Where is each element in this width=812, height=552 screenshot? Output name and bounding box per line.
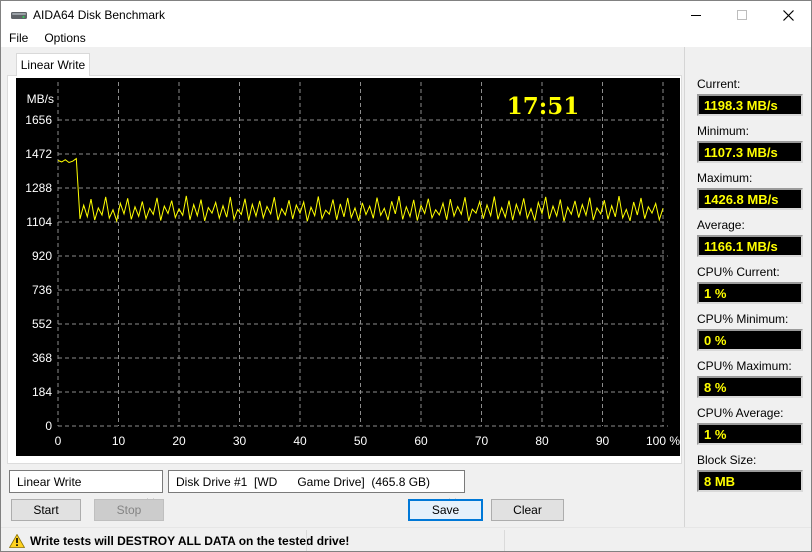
y-tick-label: 0 — [45, 419, 52, 433]
tab-page: 0 184 368 552 736 920 1104 1288 1472 1656 0 10 20 30 4… — [7, 75, 682, 464]
test-type-select[interactable]: Linear Write — [9, 470, 163, 504]
x-tick-label: 90 — [596, 434, 610, 448]
stat-cpu-minimum-label: CPU% Minimum: — [697, 312, 789, 326]
close-button[interactable] — [765, 1, 811, 29]
app-window: AIDA64 Disk Benchmark File Options Linea… — [0, 0, 812, 552]
title-bar: AIDA64 Disk Benchmark — [1, 1, 811, 29]
menu-file[interactable]: File — [1, 29, 36, 47]
clear-button[interactable]: Clear — [491, 499, 564, 521]
x-tick-label: 80 — [535, 434, 549, 448]
tab-linear-write[interactable]: Linear Write — [16, 53, 90, 76]
x-tick-label: 50 — [354, 434, 368, 448]
stat-minimum: Minimum: 1107.3 MB/s — [697, 124, 803, 163]
stat-average-value: 1166.1 MB/s — [697, 235, 803, 257]
stat-current-value: 1198.3 MB/s — [697, 94, 803, 116]
status-bar: Write tests will DESTROY ALL DATA on the… — [1, 527, 811, 551]
test-type-value: Linear Write — [17, 474, 82, 489]
y-tick-label: 368 — [32, 351, 52, 365]
stat-average-label: Average: — [697, 218, 745, 232]
stat-cpu-current-value: 1 % — [697, 282, 803, 304]
y-tick-label: 920 — [32, 249, 52, 263]
window-title: AIDA64 Disk Benchmark — [33, 8, 166, 22]
elapsed-time: 17:51 — [507, 93, 580, 120]
minimize-button[interactable] — [673, 1, 719, 29]
stat-cpu-average: CPU% Average: 1 % — [697, 406, 803, 445]
statusbar-divider — [306, 530, 307, 551]
y-axis-unit-label: MB/s — [27, 92, 54, 106]
stat-minimum-value: 1107.3 MB/s — [697, 141, 803, 163]
statusbar-divider — [504, 530, 505, 551]
stat-cpu-minimum-value: 0 % — [697, 329, 803, 351]
stat-block-size-label: Block Size: — [697, 453, 757, 467]
status-warning-text: Write tests will DESTROY ALL DATA on the… — [30, 534, 350, 548]
x-tick-label: 0 — [55, 434, 62, 448]
stat-cpu-maximum: CPU% Maximum: 8 % — [697, 359, 803, 398]
y-tick-label: 1656 — [25, 113, 52, 127]
maximize-button[interactable] — [719, 1, 765, 29]
x-tick-label: 30 — [233, 434, 247, 448]
stat-block-size: Block Size: 8 MB — [697, 453, 803, 492]
stat-minimum-label: Minimum: — [697, 124, 750, 138]
y-tick-label: 736 — [32, 283, 52, 297]
stat-current-label: Current: — [697, 77, 741, 91]
y-tick-label: 184 — [32, 385, 52, 399]
x-tick-label: 40 — [293, 434, 307, 448]
stats-panel: Current: 1198.3 MB/s Minimum: 1107.3 MB/s Ma… — [685, 47, 811, 527]
stat-cpu-maximum-label: CPU% Maximum: — [697, 359, 792, 373]
x-tick-label: 100 % — [646, 434, 680, 448]
x-tick-label: 60 — [414, 434, 428, 448]
stop-button[interactable]: Stop — [94, 499, 164, 521]
y-tick-label: 1104 — [26, 215, 52, 229]
menu-bar: File Options — [1, 29, 811, 47]
stat-cpu-average-value: 1 % — [697, 423, 803, 445]
disk-drive-icon — [11, 10, 27, 24]
x-tick-label: 10 — [112, 434, 126, 448]
benchmark-chart: 0 184 368 552 736 920 1104 1288 1472 1656 0 10 20 30 4… — [25, 82, 680, 448]
stat-cpu-minimum: CPU% Minimum: 0 % — [697, 312, 803, 351]
stat-maximum-label: Maximum: — [697, 171, 753, 185]
y-tick-label: 1288 — [25, 181, 52, 195]
y-tick-label: 552 — [32, 317, 52, 331]
stat-cpu-current: CPU% Current: 1 % — [697, 265, 803, 304]
x-tick-label: 70 — [475, 434, 489, 448]
stat-maximum: Maximum: 1426.8 MB/s — [697, 171, 803, 210]
menu-options[interactable]: Options — [36, 29, 93, 47]
save-button[interactable]: Save — [408, 499, 483, 521]
drive-select[interactable]: Disk Drive #1 [WD Game Drive] (465.8 GB) — [168, 470, 465, 504]
stat-maximum-value: 1426.8 MB/s — [697, 188, 803, 210]
tab-label: Linear Write — [20, 58, 86, 72]
start-button[interactable]: Start — [11, 499, 81, 521]
stat-cpu-maximum-value: 8 % — [697, 376, 803, 398]
stat-cpu-average-label: CPU% Average: — [697, 406, 784, 420]
x-tick-label: 20 — [172, 434, 186, 448]
stat-average: Average: 1166.1 MB/s — [697, 218, 803, 257]
chart-panel: 0 184 368 552 736 920 1104 1288 1472 1656 0 10 20 30 4… — [16, 78, 680, 456]
stat-block-size-value: 8 MB — [697, 470, 803, 492]
warning-icon — [8, 533, 26, 551]
y-tick-label: 1472 — [25, 147, 52, 161]
stat-cpu-current-label: CPU% Current: — [697, 265, 780, 279]
drive-select-value: Disk Drive #1 [WD Game Drive] (465.8 GB) — [176, 474, 431, 489]
stat-current: Current: 1198.3 MB/s — [697, 77, 803, 116]
